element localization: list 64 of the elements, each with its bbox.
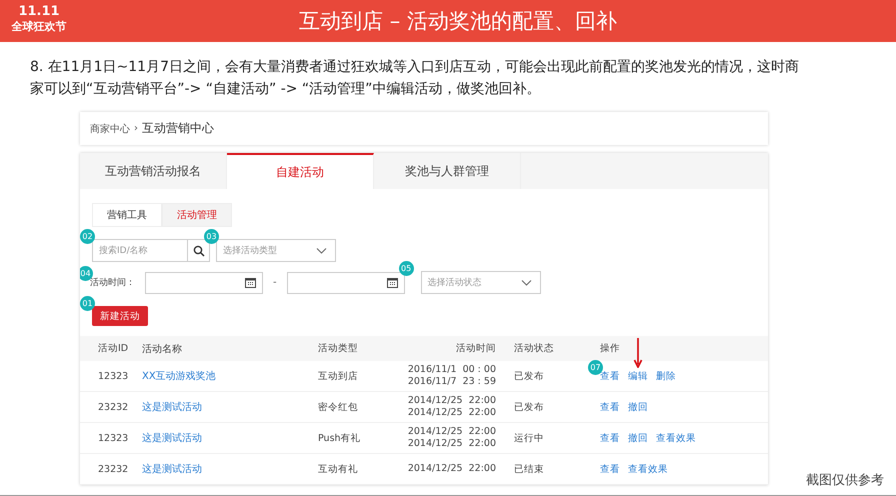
tab[interactable]: 奖池与人群管理 — [374, 153, 521, 189]
action-link[interactable]: 撤回 — [628, 401, 648, 414]
step-badge: 05 — [398, 261, 414, 276]
sub-tab[interactable]: 活动管理 — [162, 203, 232, 227]
table-cell-text: Push有礼 — [318, 432, 362, 444]
logo: 11.11 全球狂欢节 — [10, 4, 68, 35]
down-arrow-icon — [633, 338, 643, 368]
activity-link[interactable]: XX互动游戏奖池 — [142, 369, 318, 383]
breadcrumb-link[interactable]: 商家中心 — [90, 122, 130, 136]
table-cell-text: 运行中 — [513, 432, 545, 444]
description-paragraph: 8. 在11月1日~11月7日之间，会有大量消费者通过狂欢城等入口到店互动，可能会出现此前配置的奖池发光的情况，这时商家可以到“互动营销平台”-> “自建活动” -> “活动管理”中编辑活动，做奖池回补。 — [30, 58, 800, 99]
activity-link[interactable]: 这是测试活动 — [142, 462, 318, 476]
table-cell-text: 已发布 — [513, 370, 545, 382]
slide-title: 互动到店 – 活动奖池的配置、回补 — [298, 8, 617, 35]
action-link[interactable]: 查看效果 — [628, 463, 668, 476]
start-date-field[interactable] — [145, 272, 263, 294]
end-date-field[interactable] — [286, 272, 405, 294]
sub-tab[interactable]: 营销工具 — [92, 203, 162, 227]
search-icon — [192, 244, 204, 256]
time-cell-text: 2014/12/25 22:00 — [406, 463, 496, 475]
action-link[interactable]: 删除 — [656, 370, 676, 383]
date-separator: - — [272, 277, 278, 288]
tab[interactable]: 自建活动 — [227, 153, 374, 189]
table-cell-text: 已发布 — [513, 400, 545, 414]
chevron-down-icon — [520, 280, 532, 286]
column-header: 活动名称 — [142, 342, 183, 356]
action-link[interactable]: 查看 — [600, 432, 620, 445]
calendar-icon[interactable] — [245, 277, 256, 288]
action-link[interactable]: 查看 — [600, 370, 620, 383]
calendar-icon[interactable] — [386, 277, 398, 288]
column-header: 操作 — [600, 342, 621, 355]
activity-link[interactable]: 这是测试活动 — [142, 400, 318, 414]
column-header: 活动类型 — [318, 342, 359, 355]
time-label: 活动时间： — [90, 276, 136, 289]
chevron-down-icon — [316, 248, 327, 254]
table-cell-text: 密令红包 — [318, 400, 359, 414]
activity-link[interactable]: 这是测试活动 — [142, 431, 318, 445]
status-dropdown[interactable]: 选择活动状态 — [420, 271, 541, 294]
table-cell-text: 互动到店 — [318, 370, 359, 382]
action-link[interactable]: 查看 — [600, 463, 620, 476]
step-badge: 03 — [204, 229, 219, 244]
action-link[interactable]: 查看效果 — [656, 432, 696, 445]
search-field[interactable]: 搜索ID/名称 — [92, 239, 188, 262]
type-dropdown[interactable]: 选择活动类型 — [216, 239, 336, 262]
table-cell-text: 已结束 — [513, 462, 545, 476]
time-cell-text: 2014/12/25 22:00 2014/12/25 22:00 — [406, 395, 496, 419]
table-cell-text: 12323 — [98, 432, 130, 444]
table-cell-text: 互动有礼 — [318, 462, 359, 476]
action-link[interactable]: 查看 — [600, 401, 620, 414]
action-link[interactable]: 编辑 — [628, 338, 648, 383]
step-badge: 02 — [80, 229, 95, 244]
column-header: 活动状态 — [513, 342, 555, 355]
time-cell-text: 2016/11/1 00 : 00 2016/11/7 23 : 59 — [406, 364, 496, 388]
breadcrumb-separator: › — [134, 123, 138, 134]
table-cell-text: 23232 — [98, 464, 130, 474]
time-cell-text: 2014/12/25 22:00 2014/12/25 22:00 — [406, 426, 496, 450]
breadcrumb-current: 互动营销中心 — [142, 120, 214, 137]
step-badge: 01 — [80, 296, 95, 311]
column-header: 活动ID — [98, 342, 130, 355]
action-link[interactable]: 撤回 — [628, 432, 648, 445]
table-cell-text: 23232 — [98, 402, 130, 412]
table-cell-text: 12323 — [98, 370, 130, 382]
new-activity-button[interactable]: 新建活动 — [92, 306, 148, 326]
column-header: 活动时间 — [455, 342, 496, 354]
